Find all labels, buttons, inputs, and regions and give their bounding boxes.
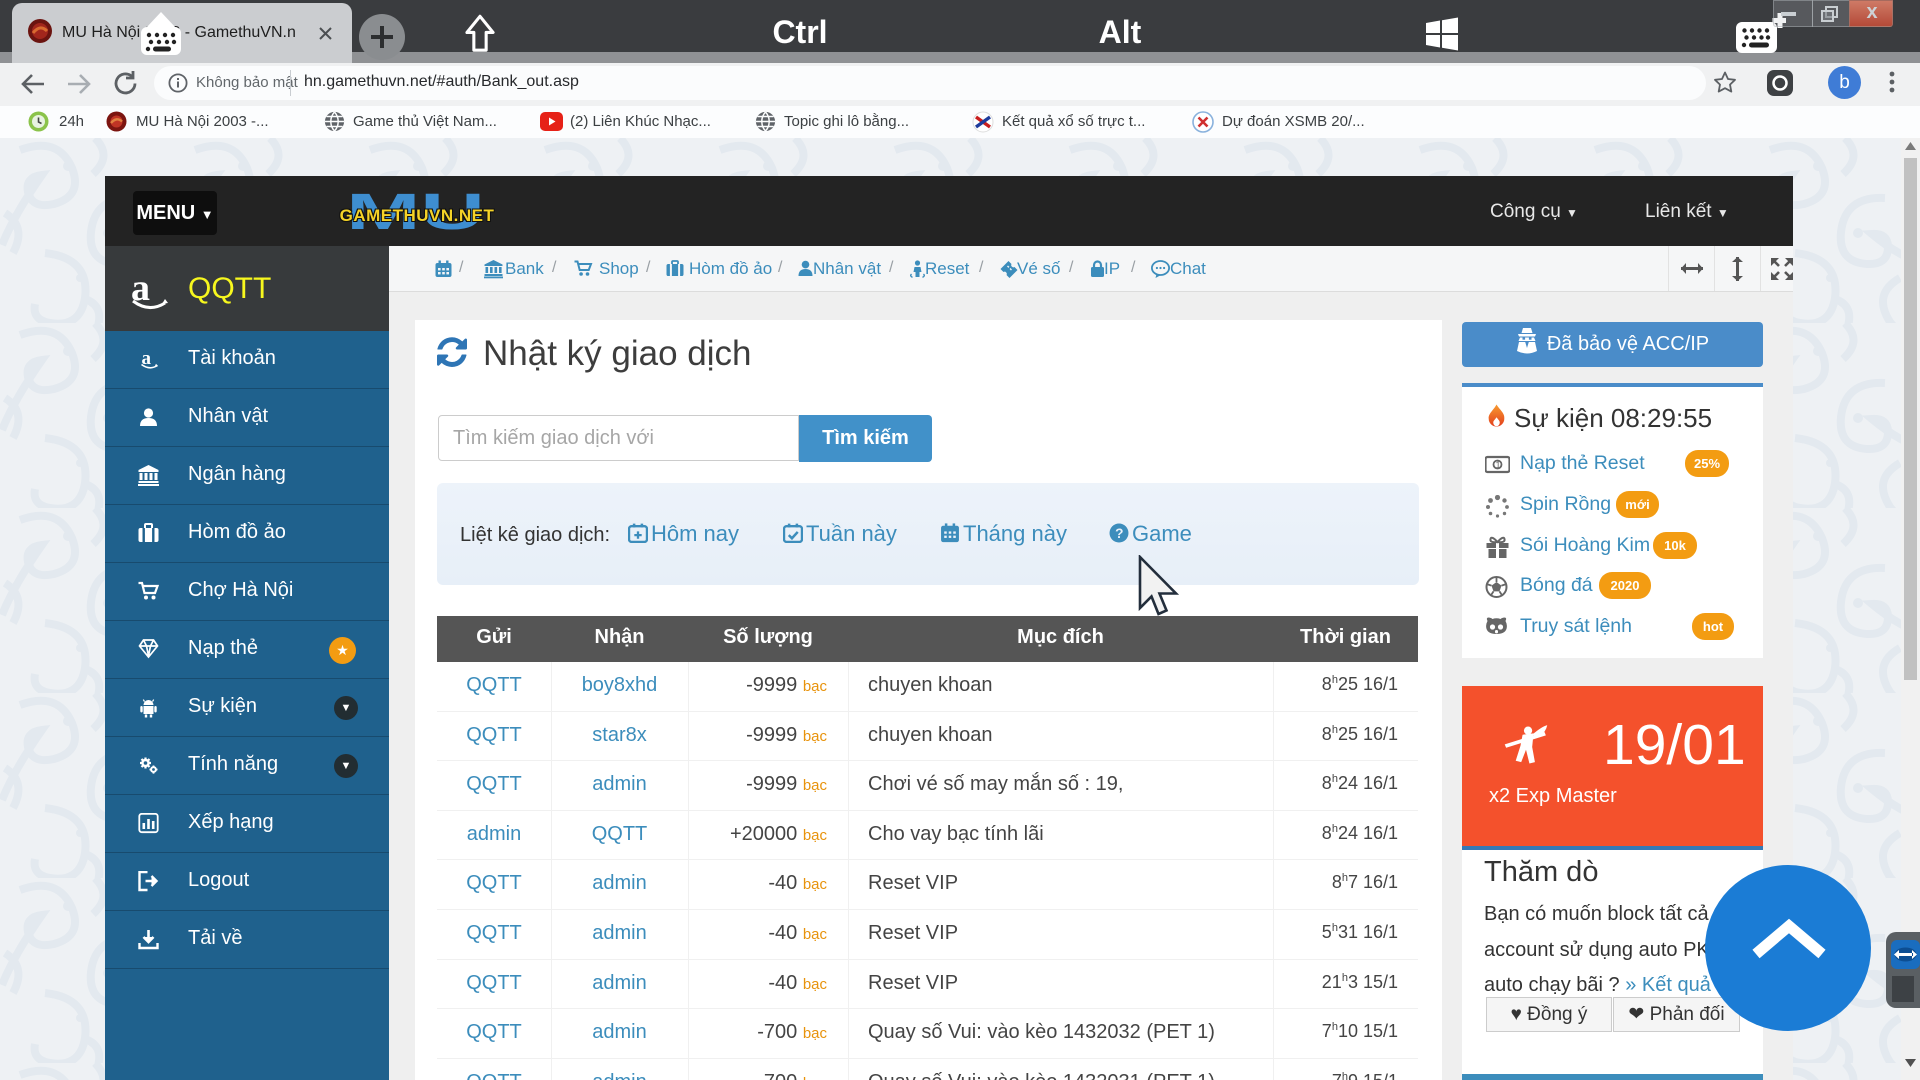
svg-text:1: 1 xyxy=(1496,460,1501,470)
svg-text:?: ? xyxy=(1115,526,1123,541)
